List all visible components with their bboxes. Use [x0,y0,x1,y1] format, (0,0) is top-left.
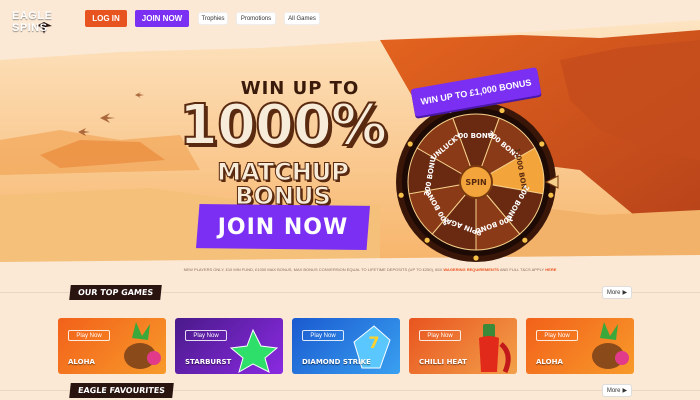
terms-text: NEW PLAYERS ONLY, £10 MIN FUND, £1000 MA… [160,267,580,272]
nav-trophies[interactable]: Trophies [198,12,228,25]
top-games-more-button[interactable]: More ▶ [602,286,632,299]
wheel-bulb [548,192,554,198]
login-button[interactable]: LOG IN [85,10,127,27]
game-name: ALOHA [536,358,563,366]
top-games-list: Play Now ALOHA Play Now STARBURST 7 Play Now D… [58,318,638,374]
play-arrow-icon: ▶ [622,290,628,296]
terms-body: NEW PLAYERS ONLY, £10 MIN FUND, £1000 MA… [183,267,443,272]
play-arrow-icon: ▶ [622,388,628,394]
game-art [592,322,629,369]
favourites-more-button[interactable]: More ▶ [602,384,632,397]
wheel-bulb [407,141,413,147]
play-now-button[interactable]: Play Now [302,330,344,341]
top-games-header: OUR TOP GAMES More ▶ [0,282,700,302]
top-games-title: OUR TOP GAMES [69,285,162,300]
game-name: STARBURST [185,358,232,366]
game-tile[interactable]: 7 Play Now DIAMOND STRIKE [292,318,400,374]
svg-text:7: 7 [368,333,379,352]
wheel-bulb [473,255,479,261]
game-art [229,328,279,374]
play-now-button[interactable]: Play Now [536,330,578,341]
more-label: More [606,289,621,296]
game-tile[interactable]: Play Now CHILLI HEAT [409,318,517,374]
eagle-spins-logo[interactable]: EAGLE SPINS [12,6,76,34]
game-name: ALOHA [68,358,95,366]
logo-text: EAGLE SPINS [12,10,53,34]
promo-headline: 1000% [178,93,388,158]
nav-promotions[interactable]: Promotions [236,12,276,25]
play-now-button[interactable]: Play Now [68,330,110,341]
hero-join-button[interactable]: JOIN NOW [196,204,370,250]
game-name: CHILLI HEAT [419,358,467,366]
play-now-button[interactable]: Play Now [185,330,227,341]
wagering-link[interactable]: WAGERING REQUIREMENTS [443,267,499,272]
game-tile[interactable]: Play Now STARBURST [175,318,283,374]
promo-line-3: MATCHUP BONUS [217,158,350,210]
play-now-button[interactable]: Play Now [419,330,461,341]
terms-mid: AND FULL T&CS APPLY [499,267,545,272]
favourites-title: EAGLE FAVOURITES [69,383,174,398]
game-name: DIAMOND STRIKE [302,358,371,366]
prize-wheel[interactable]: 100 BONUS300 BONUS1,000 BONUS200 BONUS10… [393,99,559,265]
wheel-bulb [424,237,430,243]
header-join-button[interactable]: JOIN NOW [135,10,189,27]
game-art [124,322,161,369]
wheel-bulb [398,192,404,198]
spin-label: SPIN [465,178,486,187]
terms-here-link[interactable]: HERE [545,267,556,272]
nav-all-games[interactable]: All Games [284,12,320,25]
game-tile[interactable]: Play Now ALOHA [526,318,634,374]
page: EAGLE SPINS LOG IN JOIN NOW Trophies Pro… [0,0,700,400]
wheel-bulb [539,141,545,147]
wheel-bulb [499,107,505,114]
more-label: More [606,387,621,394]
favourites-header: EAGLE FAVOURITES More ▶ [0,380,700,400]
wheel-bulb [522,237,528,243]
game-tile[interactable]: Play Now ALOHA [58,318,166,374]
